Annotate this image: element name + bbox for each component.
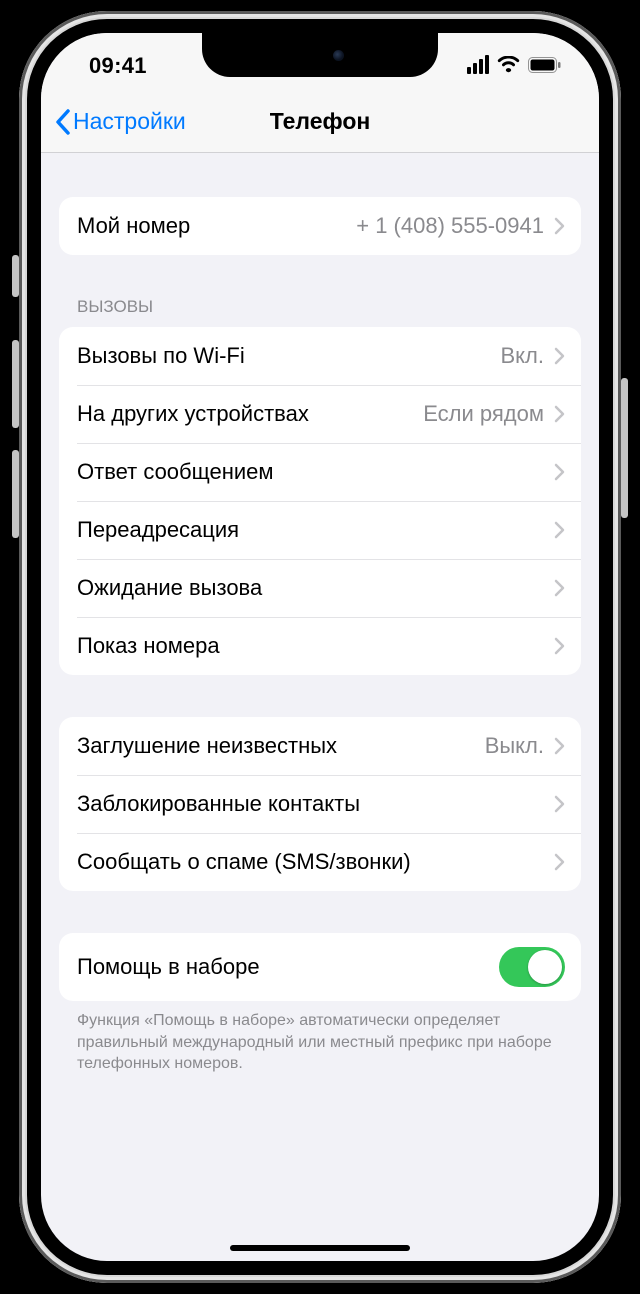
row-label: На других устройствах: [77, 401, 423, 427]
chevron-right-icon: [554, 405, 565, 423]
group-my-number: Мой номер + 1 (408) 555-0941: [59, 197, 581, 255]
row-my-number[interactable]: Мой номер + 1 (408) 555-0941: [59, 197, 581, 255]
row-value: Вкл.: [501, 343, 545, 369]
row-show-caller-id[interactable]: Показ номера: [59, 617, 581, 675]
row-silence-unknown[interactable]: Заглушение неизвестных Выкл.: [59, 717, 581, 775]
screen: 09:41 Настройки Телефон: [41, 33, 599, 1261]
row-label: Вызовы по Wi-Fi: [77, 343, 501, 369]
wifi-icon: [497, 56, 520, 73]
mute-switch[interactable]: [12, 255, 19, 297]
dial-assist-footer: Функция «Помощь в наборе» автоматически …: [59, 1001, 581, 1075]
chevron-right-icon: [554, 637, 565, 655]
volume-down-button[interactable]: [12, 450, 19, 538]
chevron-right-icon: [554, 795, 565, 813]
toggle-knob: [528, 950, 562, 984]
row-blocked-contacts[interactable]: Заблокированные контакты: [59, 775, 581, 833]
back-button[interactable]: Настройки: [55, 108, 186, 135]
chevron-right-icon: [554, 521, 565, 539]
status-right: [467, 55, 561, 74]
battery-icon: [528, 57, 561, 73]
row-label: Сообщать о спаме (SMS/звонки): [77, 849, 554, 875]
front-camera: [333, 50, 344, 61]
group-header-calls: ВЫЗОВЫ: [59, 297, 581, 327]
row-label: Заблокированные контакты: [77, 791, 554, 817]
chevron-right-icon: [554, 347, 565, 365]
notch: [202, 33, 438, 77]
page-title: Телефон: [270, 108, 371, 135]
row-value: Выкл.: [485, 733, 544, 759]
row-label: Показ номера: [77, 633, 554, 659]
group-dial-assist: Помощь в наборе Функция «Помощь в наборе…: [59, 933, 581, 1075]
chevron-right-icon: [554, 217, 565, 235]
power-button[interactable]: [621, 378, 628, 518]
chevron-right-icon: [554, 853, 565, 871]
row-respond-with-text[interactable]: Ответ сообщением: [59, 443, 581, 501]
row-call-waiting[interactable]: Ожидание вызова: [59, 559, 581, 617]
group-blocking: Заглушение неизвестных Выкл. Заблокирова…: [59, 717, 581, 891]
row-label: Ответ сообщением: [77, 459, 554, 485]
row-label: Заглушение неизвестных: [77, 733, 485, 759]
row-wifi-calling[interactable]: Вызовы по Wi-Fi Вкл.: [59, 327, 581, 385]
back-label: Настройки: [73, 108, 186, 135]
row-value: Если рядом: [423, 401, 544, 427]
panel-dial-assist: Помощь в наборе: [59, 933, 581, 1001]
dial-assist-toggle[interactable]: [499, 947, 565, 987]
phone-bezel: 09:41 Настройки Телефон: [27, 19, 613, 1275]
my-number-label: Мой номер: [77, 213, 356, 239]
chevron-right-icon: [554, 737, 565, 755]
panel-blocking: Заглушение неизвестных Выкл. Заблокирова…: [59, 717, 581, 891]
row-dial-assist: Помощь в наборе: [59, 933, 581, 1001]
chevron-right-icon: [554, 463, 565, 481]
row-call-forwarding[interactable]: Переадресация: [59, 501, 581, 559]
volume-up-button[interactable]: [12, 340, 19, 428]
cellular-icon: [467, 55, 489, 74]
panel-calls: Вызовы по Wi-Fi Вкл. На других устройств…: [59, 327, 581, 675]
row-other-devices[interactable]: На других устройствах Если рядом: [59, 385, 581, 443]
chevron-right-icon: [554, 579, 565, 597]
row-label: Переадресация: [77, 517, 554, 543]
group-calls: ВЫЗОВЫ Вызовы по Wi-Fi Вкл. На других ус…: [59, 297, 581, 675]
my-number-value: + 1 (408) 555-0941: [356, 213, 544, 239]
navigation-bar: Настройки Телефон: [41, 91, 599, 153]
content: Мой номер + 1 (408) 555-0941 ВЫЗОВЫ Вызо…: [41, 197, 599, 1075]
row-label: Ожидание вызова: [77, 575, 554, 601]
panel-my-number: Мой номер + 1 (408) 555-0941: [59, 197, 581, 255]
row-report-spam[interactable]: Сообщать о спаме (SMS/звонки): [59, 833, 581, 891]
status-time: 09:41: [89, 53, 147, 79]
home-indicator[interactable]: [230, 1245, 410, 1251]
dial-assist-label: Помощь в наборе: [77, 954, 499, 980]
